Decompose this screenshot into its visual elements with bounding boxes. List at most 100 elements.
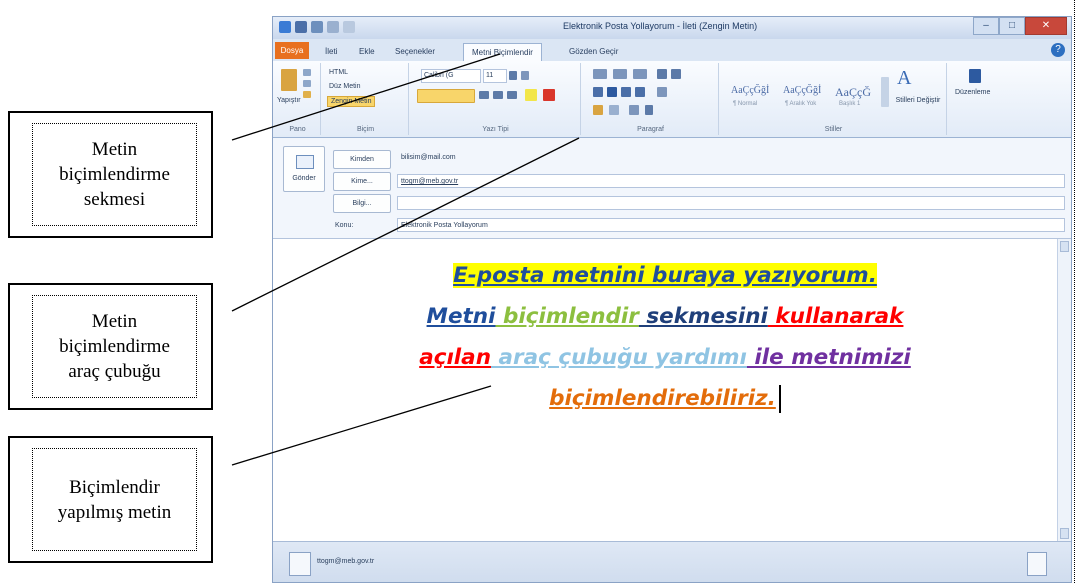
subject-field[interactable]: Elektronik Posta Yollayorum	[397, 218, 1065, 232]
body-text-segment: araç çubuğu yardımı	[491, 345, 747, 370]
decrease-indent-icon[interactable]	[657, 69, 667, 79]
borders-icon[interactable]	[609, 105, 619, 115]
sort-icon[interactable]	[629, 105, 639, 115]
tab-file[interactable]: Dosya	[275, 42, 309, 59]
compose-header: Gönder Kimden bilisim@mail.com Kime... t…	[273, 138, 1071, 239]
font-name-select[interactable]: Calibri (G	[421, 69, 481, 83]
people-pane-toggle-icon[interactable]	[1027, 552, 1047, 576]
scroll-down-icon[interactable]	[1060, 528, 1069, 539]
to-button[interactable]: Kime...	[333, 172, 391, 191]
editing-group: Düzenleme	[949, 63, 1005, 135]
subject-label: Konu:	[335, 222, 354, 229]
arrow-up-icon[interactable]	[343, 21, 355, 33]
save-icon[interactable]	[295, 21, 307, 33]
callout-line: biçimlendirme	[59, 336, 170, 357]
minimize-button[interactable]: –	[973, 17, 999, 35]
avatar[interactable]	[289, 552, 311, 576]
group-label: Pano	[289, 126, 306, 133]
font-group: Calibri (G 11 Yazı Tipi	[411, 63, 581, 135]
group-label: Yazı Tipi	[482, 126, 509, 133]
callout-formatted-text: Biçimlendir yapılmış metin	[8, 436, 213, 563]
cc-button[interactable]: Bilgi...	[333, 194, 391, 213]
style-no-spacing[interactable]: AaÇçĞğİ	[783, 85, 821, 96]
plain-text-button[interactable]: Düz Metin	[329, 83, 361, 90]
body-text-segment: biçimlendir	[495, 304, 639, 329]
superscript-icon[interactable]	[507, 91, 517, 99]
paste-button[interactable]: Yapıştır	[277, 97, 301, 104]
multilevel-list-icon[interactable]	[633, 69, 647, 79]
help-icon[interactable]: ?	[1051, 43, 1065, 57]
tab-options[interactable]: Seçenekler	[387, 43, 443, 60]
grow-font-icon[interactable]	[509, 71, 517, 80]
cc-field[interactable]	[397, 196, 1065, 210]
to-field[interactable]: ttogm@meb.gov.tr	[397, 174, 1065, 188]
scroll-up-icon[interactable]	[1060, 241, 1069, 252]
group-label: Stiller	[824, 126, 843, 133]
maximize-button[interactable]: □	[999, 17, 1025, 35]
highlight-color-icon[interactable]	[525, 89, 537, 101]
font-size-select[interactable]: 11	[483, 69, 507, 83]
callout-line: sekmesi	[83, 189, 146, 210]
cut-icon[interactable]	[303, 69, 311, 76]
justify-icon[interactable]	[635, 87, 645, 97]
body-line-4: biçimlendirebiliriz.	[549, 386, 776, 411]
binoculars-icon[interactable]	[969, 69, 981, 83]
tab-insert[interactable]: Ekle	[351, 43, 383, 60]
app-icon[interactable]	[279, 21, 291, 33]
title-bar: Elektronik Posta Yollayorum - İleti (Zen…	[273, 17, 1071, 39]
tab-format-text[interactable]: Metni Biçimlendir	[463, 43, 542, 61]
from-field: bilisim@mail.com	[401, 154, 456, 161]
tab-review[interactable]: Gözden Geçir	[561, 43, 626, 60]
callout-line: yapılmış metin	[57, 501, 172, 523]
redo-icon[interactable]	[327, 21, 339, 33]
group-label: Paragraf	[637, 126, 664, 133]
page-border	[1074, 0, 1075, 583]
vertical-scrollbar[interactable]	[1057, 239, 1071, 541]
body-text-segment: kullanarak	[767, 304, 904, 329]
font-color-icon[interactable]	[543, 89, 555, 101]
callout-format-tab: Metin biçimlendirme sekmesi	[8, 111, 213, 238]
change-styles-icon[interactable]: A	[897, 67, 911, 90]
window-title: Elektronik Posta Yollayorum - İleti (Zen…	[563, 21, 758, 31]
rich-text-button[interactable]: Zengin Metin	[327, 96, 376, 107]
line-spacing-icon[interactable]	[657, 87, 667, 97]
style-heading-1-label: Başlık 1	[839, 101, 861, 107]
callout-line: Biçimlendir	[69, 476, 160, 498]
close-button[interactable]: ✕	[1025, 17, 1067, 35]
clipboard-group: Yapıştır Pano	[275, 63, 321, 135]
bold-italic-underline-icon[interactable]	[417, 89, 475, 103]
body-text-segment: sekmesini	[638, 304, 768, 329]
numbering-icon[interactable]	[613, 69, 627, 79]
from-button[interactable]: Kimden	[333, 150, 391, 169]
html-format-button[interactable]: HTML	[329, 69, 348, 76]
align-center-icon[interactable]	[607, 87, 617, 97]
styles-scroll-icon[interactable]	[881, 77, 889, 107]
paragraph-group: Paragraf	[583, 63, 719, 135]
pilcrow-icon[interactable]	[645, 105, 653, 115]
format-group: HTML Düz Metin Zengin Metin Biçim	[323, 63, 409, 135]
shrink-font-icon[interactable]	[521, 71, 529, 80]
style-normal[interactable]: AaÇçĞğİ	[731, 85, 769, 96]
format-painter-icon[interactable]	[303, 91, 311, 98]
editing-button[interactable]: Düzenleme	[955, 89, 990, 96]
bullets-icon[interactable]	[593, 69, 607, 79]
body-text-segment: açılan	[419, 345, 491, 370]
tab-message[interactable]: İleti	[317, 43, 345, 60]
change-styles-button[interactable]: Stilleri Değiştir	[895, 97, 941, 105]
align-right-icon[interactable]	[621, 87, 631, 97]
paste-icon[interactable]	[281, 69, 297, 91]
align-left-icon[interactable]	[593, 87, 603, 97]
increase-indent-icon[interactable]	[671, 69, 681, 79]
subscript-icon[interactable]	[493, 91, 503, 99]
copy-icon[interactable]	[303, 80, 311, 87]
body-text-segment: Metni	[426, 304, 496, 329]
formatted-text[interactable]: E-posta metnini buraya yazıyorum. Metni …	[273, 255, 1057, 419]
strikethrough-icon[interactable]	[479, 91, 489, 99]
send-button[interactable]: Gönder	[283, 146, 325, 192]
undo-icon[interactable]	[311, 21, 323, 33]
shading-icon[interactable]	[593, 105, 603, 115]
text-cursor	[778, 385, 781, 413]
style-heading-1[interactable]: AaÇçĞ	[835, 85, 871, 100]
people-pane-name[interactable]: ttogm@meb.gov.tr	[317, 558, 374, 565]
callout-line: Metin	[91, 311, 138, 332]
